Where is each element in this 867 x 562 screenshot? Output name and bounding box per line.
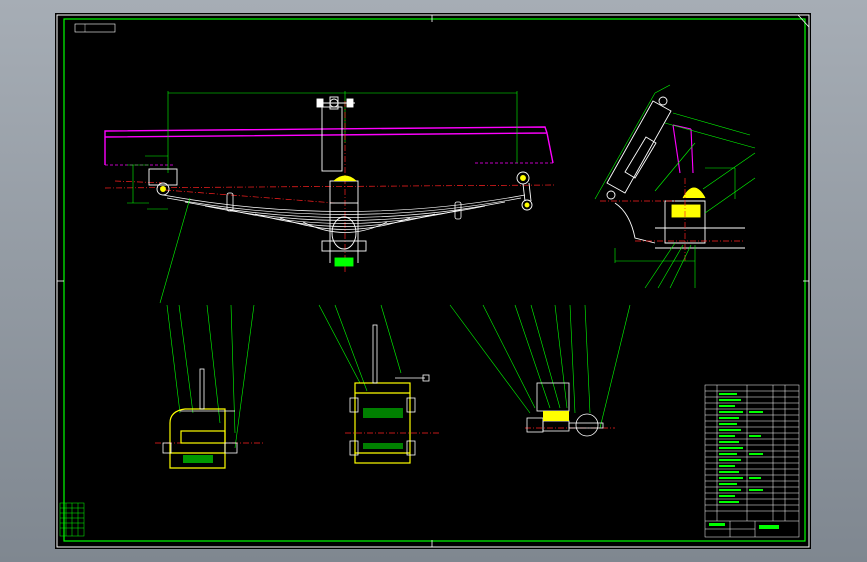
axle-u-bolt-center <box>321 175 367 267</box>
section-view-u-bolt-clamp <box>345 324 440 464</box>
frame-rail <box>104 126 554 165</box>
inner-frame <box>63 18 806 542</box>
section-view-front-hanger <box>155 368 265 469</box>
main-view-leaf-spring-assembly <box>104 91 556 273</box>
drawing-canvas <box>56 14 810 548</box>
drawing-sheet <box>55 13 811 549</box>
side-view-shock-absorber <box>594 84 756 289</box>
left-dimensions <box>127 155 168 210</box>
rear-shackle <box>516 171 533 211</box>
cad-viewport[interactable] <box>0 0 867 562</box>
drawing-number-box <box>74 23 116 33</box>
shock-absorber-vertical <box>316 96 355 172</box>
section-view-shackle-pin <box>525 382 615 437</box>
side-view-leaders <box>644 112 756 289</box>
leaf-spring-stack <box>162 194 526 233</box>
front-hanger <box>148 168 178 196</box>
title-block-text-marks <box>709 393 779 529</box>
